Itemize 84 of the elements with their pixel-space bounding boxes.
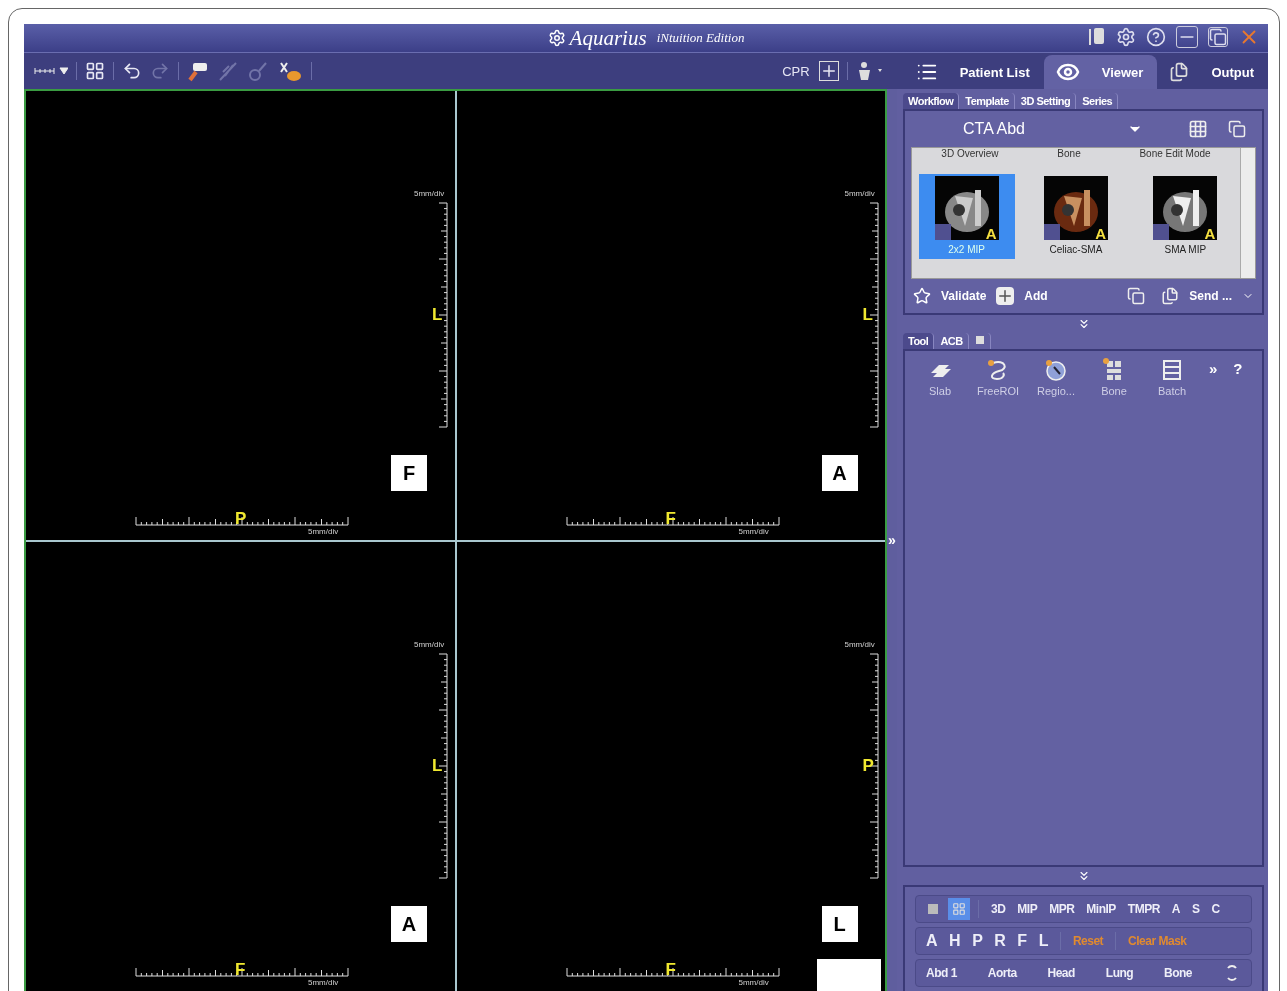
badge-letter: A (1095, 225, 1106, 242)
scale-label: 5mm/div (308, 978, 339, 987)
logo-icon (547, 29, 566, 47)
settings-button[interactable] (1116, 27, 1136, 47)
orientation-button[interactable]: L (1034, 932, 1052, 950)
restore-button[interactable] (1208, 27, 1228, 47)
main-tab[interactable]: Viewer (1043, 55, 1158, 89)
orientation-button[interactable]: H (945, 932, 965, 950)
cube-letter: L (833, 912, 846, 936)
orientation-label: F (665, 509, 676, 529)
preset-button[interactable]: Aorta (983, 966, 1021, 980)
plus-icon (996, 287, 1015, 305)
tool-tab[interactable]: Tool (903, 333, 935, 349)
phone-button[interactable] (1088, 27, 1106, 47)
help-button[interactable] (1146, 27, 1166, 47)
badge-letter: A (1204, 225, 1216, 242)
tool-button[interactable]: FreeROI (973, 357, 1023, 397)
workflow-action[interactable]: Validate (913, 287, 987, 305)
preset-button[interactable]: Head (1043, 966, 1079, 980)
workflow-step[interactable]: A Celiac-SMA (1028, 174, 1124, 259)
orientation-label: L (432, 756, 443, 776)
section-label: Bone Edit Mode (1139, 148, 1211, 160)
help-button[interactable]: ? (1229, 357, 1247, 379)
orientation-label: L (432, 305, 443, 325)
cube-letter: A (832, 461, 847, 485)
square-icon (974, 335, 985, 345)
tool-button[interactable]: Bone (1089, 357, 1139, 397)
orientation-button[interactable]: A (922, 932, 942, 950)
workflow-step[interactable]: A 2x2 MIP (918, 174, 1015, 259)
orientation-label: P (235, 509, 247, 529)
protocol-dropdown[interactable]: CTA Abd (963, 120, 1143, 138)
render-mode-button[interactable]: A (1167, 902, 1185, 916)
tool-button[interactable]: Batch (1147, 357, 1197, 397)
cube-letter: A (401, 912, 417, 936)
minimize-button[interactable] (1176, 26, 1198, 48)
app-title: Aquarius (569, 25, 647, 51)
scale-label: 5mm/div (414, 640, 445, 649)
scale-label: 5mm/div (308, 527, 339, 536)
badge-letter: A (985, 225, 997, 242)
section-label: Bone (1057, 148, 1081, 160)
orientation-label: L (862, 305, 873, 325)
orientation-button[interactable]: P (968, 932, 987, 950)
render-mode-button[interactable]: TMPR (1123, 902, 1164, 916)
scale-label: 5mm/div (844, 640, 875, 649)
section-label: 3D Overview (941, 148, 999, 160)
sub-tab[interactable]: Workflow (903, 93, 960, 109)
scale-label: 5mm/div (738, 527, 769, 536)
scale-label: 5mm/div (738, 978, 769, 987)
render-mode-button[interactable]: 3D (987, 902, 1010, 916)
tool-button[interactable]: Slab (915, 357, 965, 397)
single-view-icon (927, 903, 939, 915)
pages-icon (1169, 62, 1190, 82)
scale-label: 5mm/div (844, 189, 875, 198)
workflow-action[interactable]: Add (996, 287, 1048, 305)
edition-label: iNtuition Edition (656, 30, 745, 46)
cpr-label: CPR (782, 63, 810, 79)
main-tab[interactable]: Patient List (903, 55, 1044, 89)
region-icon (1043, 357, 1069, 383)
orientation-button[interactable]: F (1013, 932, 1031, 950)
grid-icon (952, 902, 966, 916)
workflow-step[interactable]: A SMA MIP (1137, 174, 1234, 259)
orientation-label: F (665, 960, 676, 980)
pages-icon (1161, 287, 1180, 305)
render-mode-button[interactable]: MIP (1013, 902, 1042, 916)
render-mode-button[interactable]: MinIP (1082, 902, 1120, 916)
scale-label: 5mm/div (414, 189, 445, 198)
preset-button[interactable]: Bone (1160, 966, 1197, 980)
preset-button[interactable]: Abd 1 (922, 966, 961, 980)
orientation-button[interactable]: R (990, 932, 1010, 950)
tool-button[interactable]: Regio... (1031, 357, 1081, 397)
cube-letter: F (402, 461, 416, 485)
blank-panel (817, 959, 881, 991)
more-tools-button[interactable]: » (1205, 357, 1222, 379)
preset-button[interactable]: Lung (1101, 966, 1138, 980)
scrollbar[interactable] (1240, 148, 1255, 278)
orientation-label: P (862, 756, 874, 776)
orientation-label: F (235, 960, 246, 980)
render-mode-button[interactable]: S (1188, 902, 1204, 916)
star-icon (913, 287, 931, 305)
main-tab[interactable]: Output (1157, 55, 1268, 89)
workflow-action[interactable]: Send ... (1161, 287, 1232, 305)
render-mode-button[interactable]: MPR (1045, 902, 1079, 916)
render-mode-button[interactable]: C (1207, 902, 1224, 916)
expand-panel-button[interactable]: » (888, 532, 896, 548)
